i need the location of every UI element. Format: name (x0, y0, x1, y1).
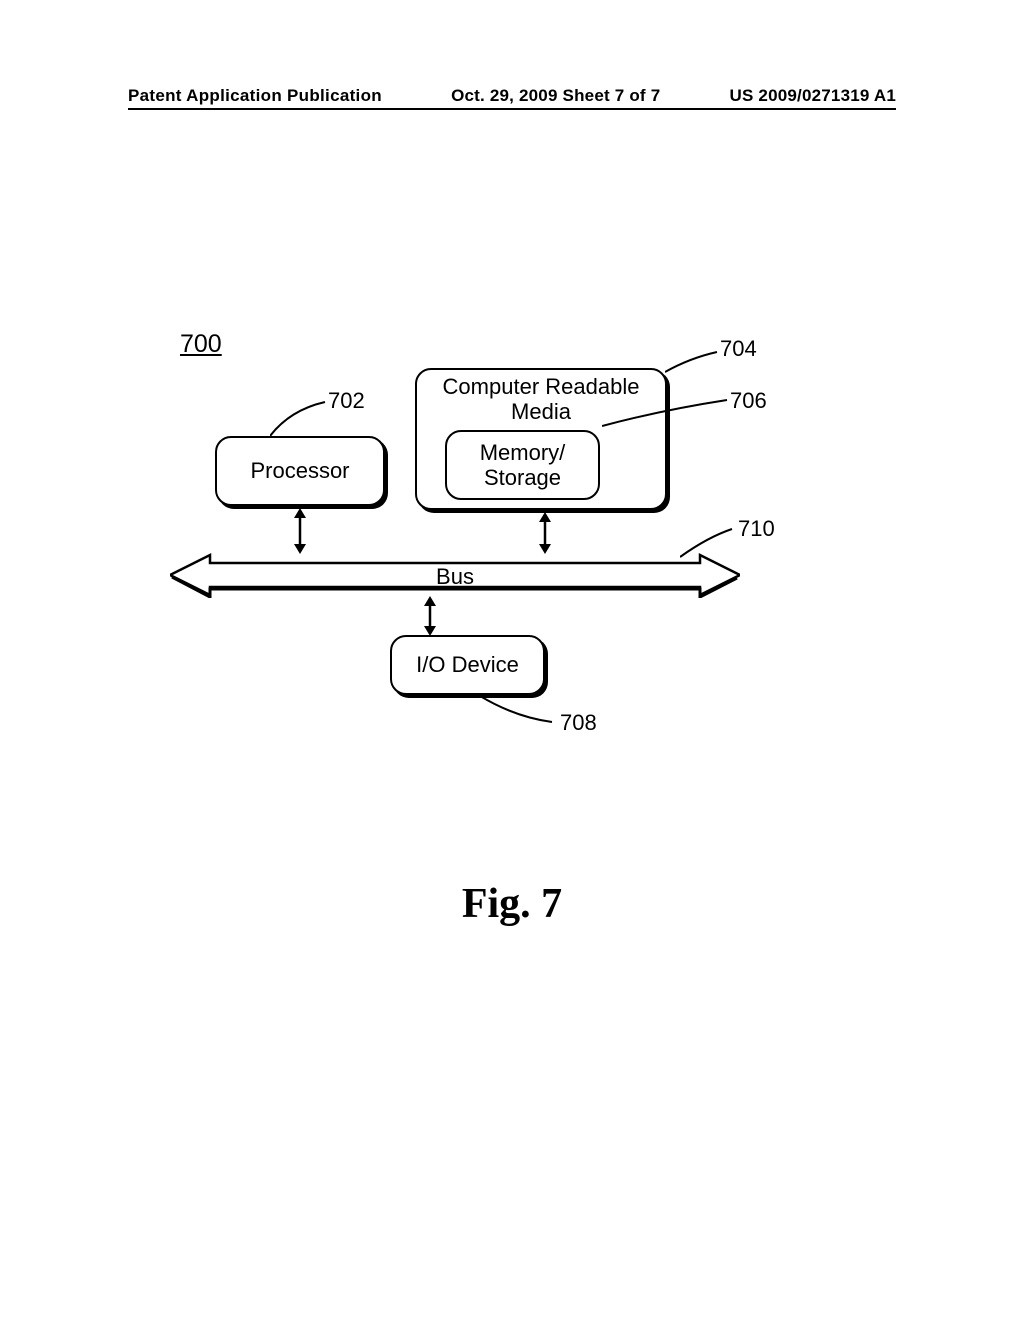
connector-bus-io (420, 596, 440, 636)
header-date-sheet: Oct. 29, 2009 Sheet 7 of 7 (451, 86, 660, 106)
crm-label-line1: Computer Readable (443, 374, 640, 399)
figure-caption: Fig. 7 (0, 880, 1024, 928)
ref-706: 706 (730, 388, 767, 414)
memory-label-line2: Storage (484, 465, 561, 490)
ref-704: 704 (720, 336, 757, 362)
ref-710: 710 (738, 516, 775, 542)
lead-line-704 (665, 350, 725, 380)
lead-line-706 (602, 398, 732, 428)
bus-label: Bus (170, 564, 740, 590)
figure-reference-number: 700 (180, 330, 222, 359)
header-divider (128, 108, 896, 110)
processor-block: Processor (215, 436, 385, 506)
crm-label-line2: Media (511, 399, 571, 424)
block-diagram: 700 Processor Computer Readable Media Me… (170, 330, 820, 780)
header-publication: Patent Application Publication (128, 86, 382, 106)
io-device-block: I/O Device (390, 635, 545, 695)
lead-line-708 (480, 692, 560, 727)
processor-label: Processor (250, 458, 349, 484)
lead-line-710 (680, 525, 738, 560)
memory-storage-block: Memory/ Storage (445, 430, 600, 500)
bus-block: Bus (170, 552, 740, 598)
ref-708: 708 (560, 710, 597, 736)
page-header: Patent Application Publication Oct. 29, … (0, 86, 1024, 106)
memory-label-line1: Memory/ (480, 440, 566, 465)
connector-crm-bus (535, 512, 555, 554)
connector-processor-bus (290, 508, 310, 554)
ref-702: 702 (328, 388, 365, 414)
io-label: I/O Device (416, 652, 519, 678)
header-pub-number: US 2009/0271319 A1 (729, 86, 896, 106)
